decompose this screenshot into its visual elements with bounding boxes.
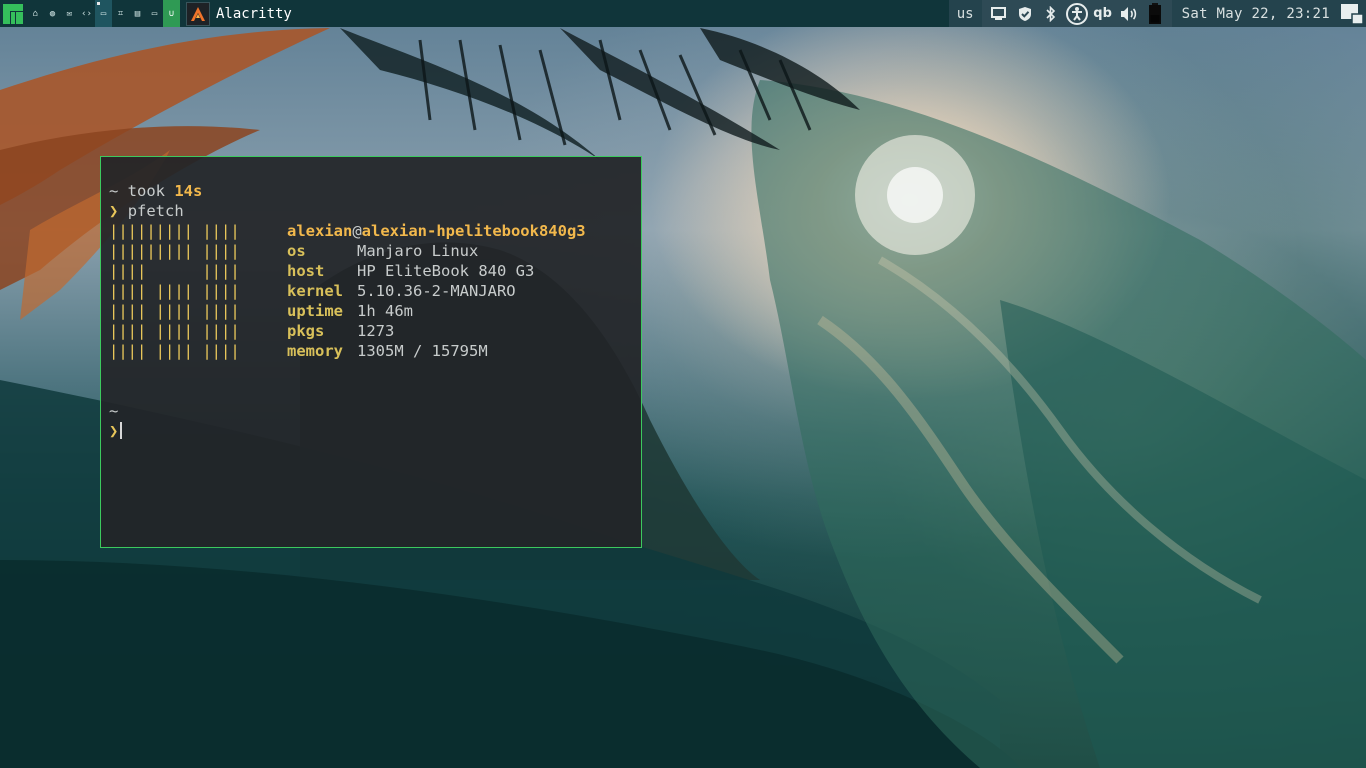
panel-right: us qb Sat May 22, 23:21 <box>948 0 1366 27</box>
workspace-docs[interactable]: ▤ <box>129 0 146 27</box>
info-label-kernel: kernel <box>287 282 343 300</box>
workspace-web[interactable]: ◍ <box>44 0 61 27</box>
mail-icon: ✉ <box>66 8 73 19</box>
clock[interactable]: Sat May 22, 23:21 <box>1171 0 1338 27</box>
info-label-uptime: uptime <box>287 302 343 320</box>
terminal-line-command: ❯ pfetch <box>109 201 184 221</box>
globe-icon: ◍ <box>49 8 56 19</box>
top-panel: ⌂ ◍ ✉ ‹› ▭ ⌗ ▤ ▭ ∪ Alacritty us qb Sat M… <box>0 0 1366 27</box>
layout-switcher-icon[interactable] <box>1338 0 1366 27</box>
ascii-art-line: ||||||||| |||| <box>109 242 240 260</box>
desktop-icon: ▭ <box>100 8 107 19</box>
home-icon: ⌂ <box>32 8 39 19</box>
info-label-os: os <box>287 242 306 260</box>
terminal-input-line[interactable]: ❯ <box>109 421 123 441</box>
user-host-line: alexian@alexian-hpelitebook840g3 <box>287 221 586 241</box>
workspace-code[interactable]: ‹› <box>78 0 95 27</box>
code-icon: ‹› <box>81 8 92 19</box>
prompt-symbol: ❯ <box>109 422 119 440</box>
occupied-indicator <box>97 2 100 5</box>
keyboard-layout-indicator[interactable]: us <box>948 0 982 27</box>
ascii-art-line: |||| |||| |||| <box>109 282 240 300</box>
accessibility-icon[interactable] <box>1064 0 1090 27</box>
username: alexian <box>287 222 353 240</box>
info-label-host: host <box>287 262 325 280</box>
text-cursor <box>120 422 123 439</box>
ascii-art-line: |||| |||| <box>109 262 240 280</box>
workspace-mail[interactable]: ✉ <box>61 0 78 27</box>
shield-check-icon[interactable] <box>1012 0 1038 27</box>
command-duration: 14s <box>174 182 203 200</box>
prompt-symbol: ❯ <box>109 202 119 220</box>
ascii-art-line: ||||||||| |||| <box>109 222 240 240</box>
bluetooth-icon[interactable] <box>1038 0 1064 27</box>
document-icon: ▤ <box>134 8 141 19</box>
took-prefix: ~ took <box>109 182 175 200</box>
qbittorrent-icon[interactable]: qb <box>1090 0 1116 27</box>
workspace-magnet[interactable]: ∪ <box>163 0 180 27</box>
manjaro-logo-icon[interactable] <box>0 0 27 27</box>
crop-icon: ⌗ <box>117 8 124 19</box>
system-tray: qb <box>981 0 1172 27</box>
info-label-pkgs: pkgs <box>287 322 325 340</box>
qbittorrent-label: qb <box>1093 6 1112 21</box>
window-icon: ▭ <box>151 8 158 19</box>
panel-left: ⌂ ◍ ✉ ‹› ▭ ⌗ ▤ ▭ ∪ Alacritty <box>0 0 292 27</box>
workspace-window[interactable]: ▭ <box>146 0 163 27</box>
volume-icon[interactable] <box>1116 0 1142 27</box>
magnet-icon: ∪ <box>168 8 175 19</box>
workspace-crop[interactable]: ⌗ <box>112 0 129 27</box>
ascii-art-line: |||| |||| |||| <box>109 342 240 360</box>
alacritty-app-icon <box>186 1 210 26</box>
screen-icon[interactable] <box>986 0 1012 27</box>
command-text: pfetch <box>127 202 184 220</box>
info-value-memory: 1305M / 15795M <box>357 342 488 360</box>
battery-icon[interactable] <box>1142 0 1168 27</box>
info-value-pkgs: 1273 <box>357 322 395 340</box>
hostname: alexian-hpelitebook840g3 <box>361 222 586 240</box>
info-label-memory: memory <box>287 342 343 360</box>
info-value-uptime: 1h 46m <box>357 302 413 320</box>
info-value-os: Manjaro Linux <box>357 242 479 260</box>
workspace-desktop[interactable]: ▭ <box>95 0 112 27</box>
terminal-line-took: ~ took 14s <box>109 181 202 201</box>
alacritty-terminal-window[interactable]: ~ took 14s ❯ pfetch ||||||||| |||| |||||… <box>100 156 642 548</box>
at-sign: @ <box>352 222 362 240</box>
ascii-art-line: |||| |||| |||| <box>109 322 240 340</box>
ascii-art-line: |||| |||| |||| <box>109 302 240 320</box>
info-value-kernel: 5.10.36-2-MANJARO <box>357 282 516 300</box>
info-value-host: HP EliteBook 840 G3 <box>357 262 535 280</box>
active-window-title: Alacritty <box>216 5 292 22</box>
workspace-home[interactable]: ⌂ <box>27 0 44 27</box>
current-directory: ~ <box>109 402 119 420</box>
